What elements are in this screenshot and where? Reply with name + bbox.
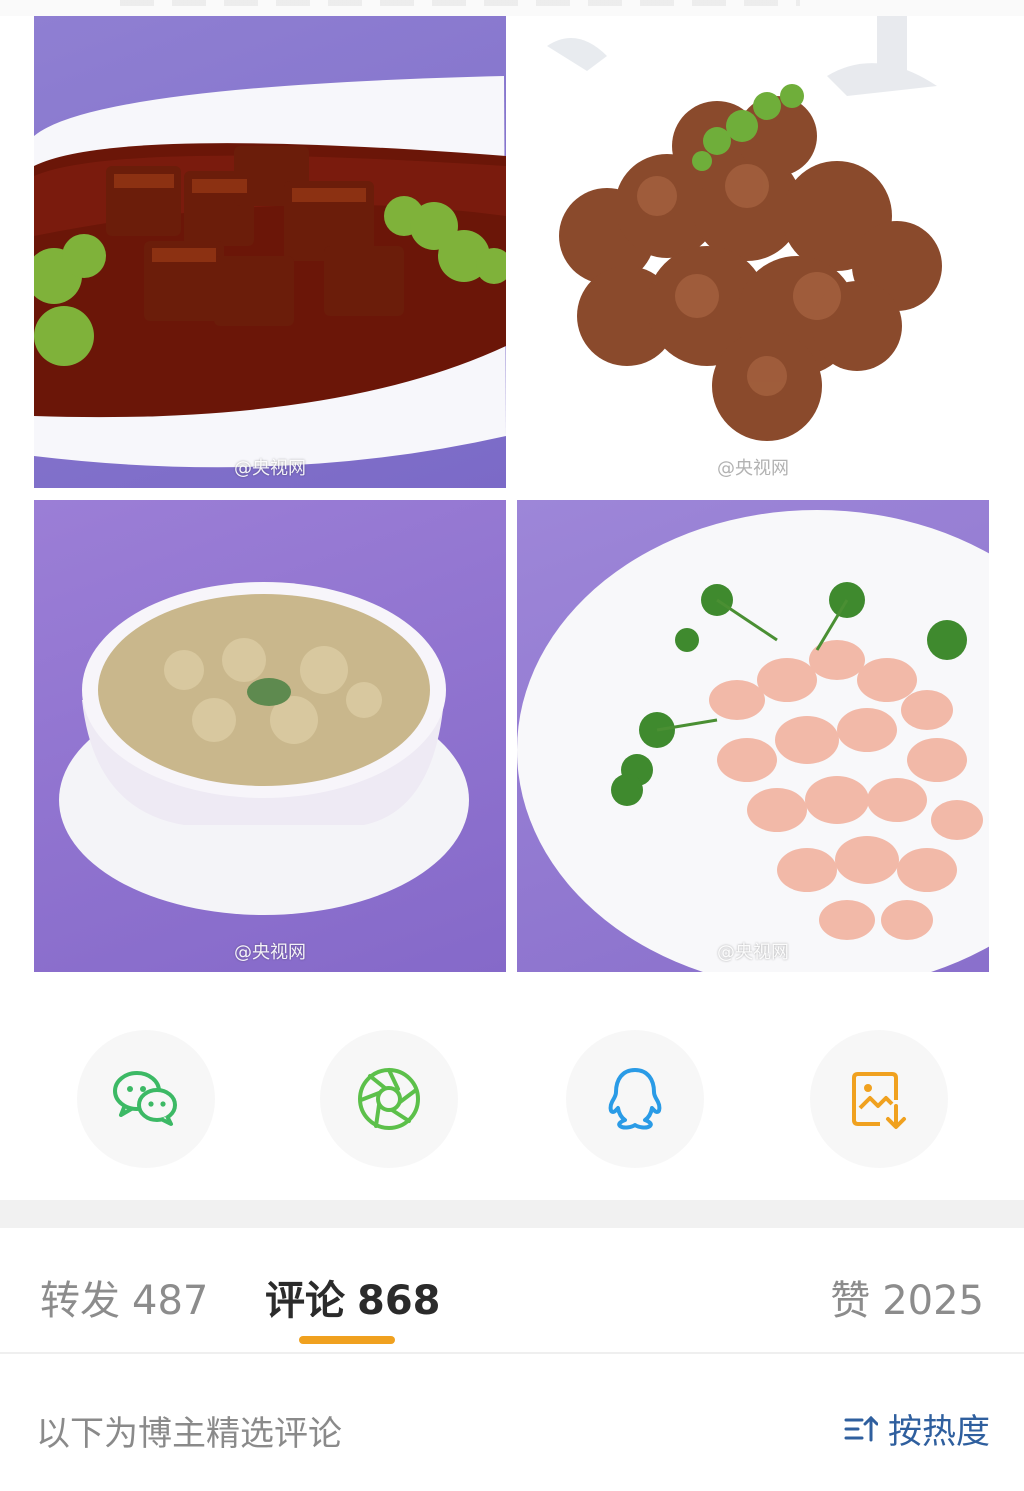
moments-icon xyxy=(358,1068,420,1130)
tab-repost-label: 转发 xyxy=(40,1278,120,1324)
tab-comment-label: 评论 xyxy=(265,1278,345,1324)
selected-comments-notice: 以下为博主精选评论 xyxy=(36,1414,342,1454)
share-wechat-button[interactable] xyxy=(77,1030,215,1168)
food-photo-braised-pork[interactable]: @央视网 xyxy=(34,16,506,488)
tabs-divider xyxy=(0,1352,1024,1354)
tab-like-count: 2025 xyxy=(882,1278,984,1324)
food-photo-soup[interactable]: @央视网 xyxy=(34,500,506,972)
sort-by-popularity-button[interactable]: 按热度 xyxy=(844,1404,990,1453)
share-row xyxy=(0,1030,1024,1168)
active-tab-indicator xyxy=(299,1336,395,1344)
food-photo-shrimp[interactable]: @央视网 xyxy=(517,500,989,972)
comment-filter-row: 以下为博主精选评论 按热度 xyxy=(0,1382,1024,1472)
tab-repost[interactable]: 转发 487 xyxy=(40,1268,208,1326)
sort-icon xyxy=(844,1415,878,1441)
photo-watermark: @央视网 xyxy=(234,458,306,479)
tab-comment[interactable]: 评论 868 xyxy=(265,1268,441,1326)
qq-icon xyxy=(608,1068,662,1130)
tab-like[interactable]: 赞 2025 xyxy=(830,1268,984,1326)
interaction-tabs: 转发 487 评论 868 赞 2025 xyxy=(0,1228,1024,1352)
tab-like-label: 赞 xyxy=(830,1278,871,1324)
wechat-icon xyxy=(113,1071,177,1126)
sort-label: 按热度 xyxy=(888,1412,990,1452)
photo-watermark: @央视网 xyxy=(717,458,789,479)
tab-comment-count: 868 xyxy=(357,1278,441,1324)
food-photo-fried-ribs[interactable]: @央视网 xyxy=(517,16,989,488)
save-image-button[interactable] xyxy=(810,1030,948,1168)
photo-watermark: @央视网 xyxy=(234,942,306,963)
photo-watermark: @央视网 xyxy=(717,942,789,963)
share-moments-button[interactable] xyxy=(320,1030,458,1168)
top-caption-fragment xyxy=(0,0,1024,16)
save-image-icon xyxy=(852,1072,906,1129)
section-divider xyxy=(0,1200,1024,1228)
share-qq-button[interactable] xyxy=(566,1030,704,1168)
tab-repost-count: 487 xyxy=(132,1278,209,1324)
